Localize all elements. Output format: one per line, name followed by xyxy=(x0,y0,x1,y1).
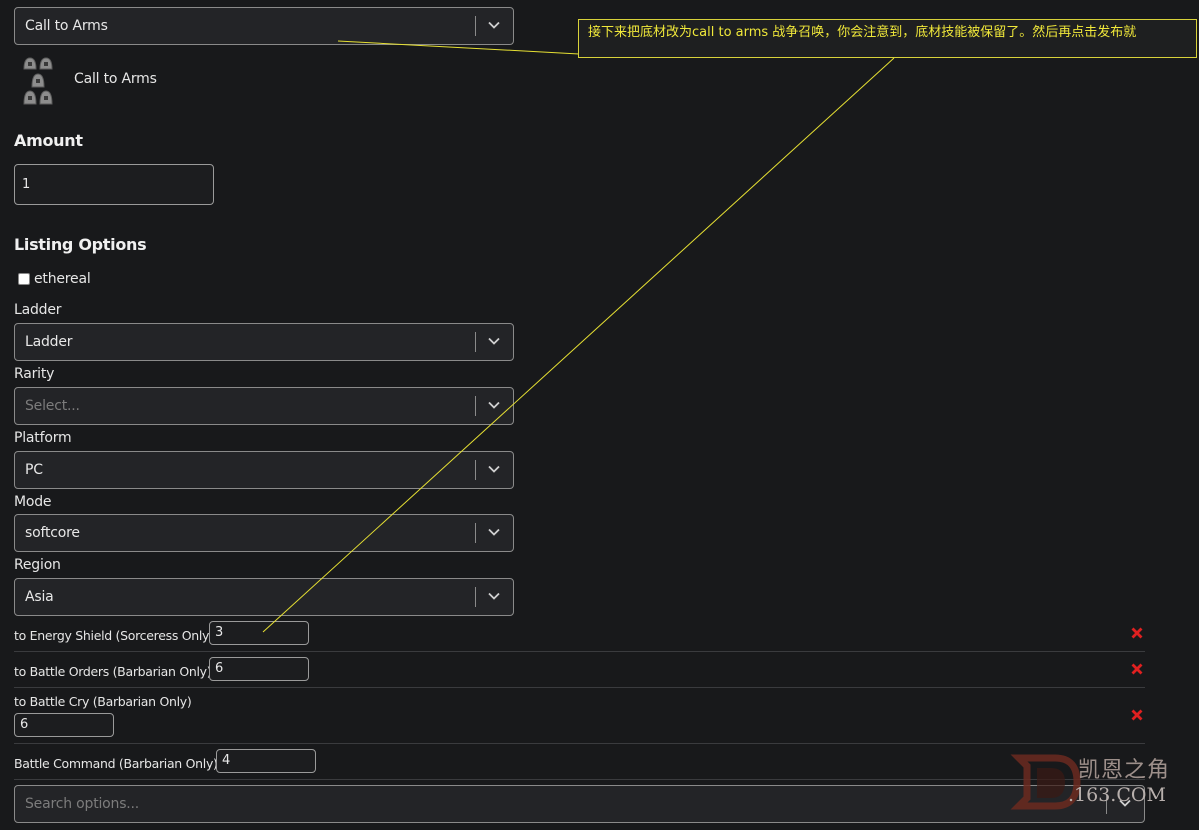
watermark-text: 凯恩之角 xyxy=(1078,758,1171,783)
watermark-subtext: .163.COM xyxy=(1068,784,1166,806)
annotation-callout: 接下来把底材改为call to arms 战争召唤，你会注意到，底材技能被保留了… xyxy=(578,19,1197,58)
annotation-text: 接下来把底材改为call to arms 战争召唤，你会注意到，底材技能被保留了… xyxy=(588,25,1137,40)
annotation-pointer-lines xyxy=(262,40,895,633)
